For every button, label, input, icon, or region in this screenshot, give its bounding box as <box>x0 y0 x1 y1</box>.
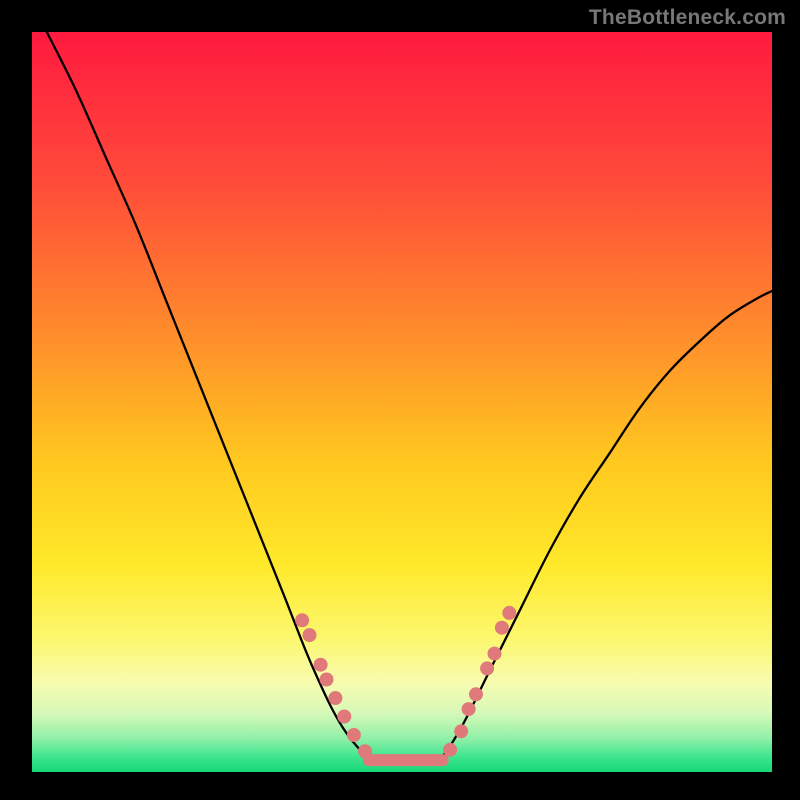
curve-marker <box>469 687 483 701</box>
watermark-text: TheBottleneck.com <box>589 6 786 30</box>
curve-marker <box>454 724 468 738</box>
curve-marker <box>488 647 502 661</box>
curve-marker <box>502 606 516 620</box>
chart-stage: TheBottleneck.com <box>0 0 800 800</box>
curve-marker <box>303 628 317 642</box>
curve-marker <box>320 673 334 687</box>
curve-marker <box>328 691 342 705</box>
curve-marker <box>495 621 509 635</box>
curve-marker <box>462 702 476 716</box>
curve-marker <box>347 728 361 742</box>
curve-marker <box>337 710 351 724</box>
curve-marker <box>295 613 309 627</box>
curve-marker <box>314 658 328 672</box>
chart-svg <box>32 32 772 772</box>
curve-marker <box>443 743 457 757</box>
gradient-background <box>32 32 772 772</box>
curve-marker <box>480 661 494 675</box>
plot-area <box>32 32 772 772</box>
